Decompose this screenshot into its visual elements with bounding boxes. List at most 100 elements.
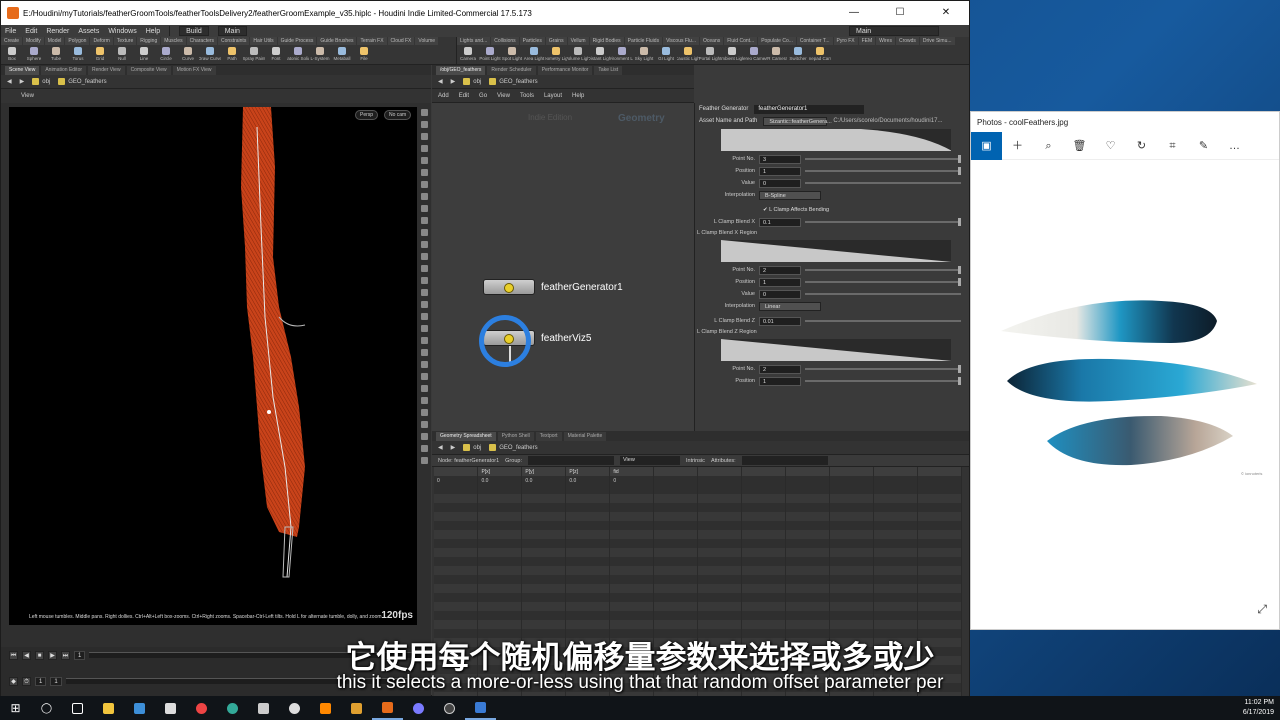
obs-icon[interactable] (434, 696, 465, 720)
menu-render[interactable]: Render (46, 28, 69, 35)
column-header[interactable]: P[x] (477, 467, 523, 476)
network-editor[interactable]: Indie Edition Geometry featherGenerator1… (432, 103, 694, 431)
view-dropdown[interactable]: View (619, 456, 680, 465)
display-option-icon[interactable] (420, 169, 428, 176)
shelf-tab[interactable]: Vellum (567, 37, 589, 45)
position-slider[interactable] (805, 377, 961, 385)
shelf-tool[interactable]: Null (111, 45, 133, 65)
tab-geometry-spreadsheet[interactable]: Geometry Spreadsheet (436, 431, 496, 441)
photos-taskbar-icon[interactable] (465, 696, 496, 720)
clamp-bending-checkbox[interactable]: ✔ L Clamp Affects Bending (695, 205, 969, 216)
shelf-tool[interactable]: Grid (89, 45, 111, 65)
tab-take-list[interactable]: Take List (594, 65, 623, 75)
houdini-taskbar-icon[interactable] (372, 696, 403, 720)
viewport[interactable]: Persp No cam Left mouse tumbles. Middle … (9, 107, 417, 625)
shelf-tool[interactable]: Path (221, 45, 243, 65)
menu-windows[interactable]: Windows (108, 28, 136, 35)
display-option-icon[interactable] (420, 337, 428, 344)
path-geo-feathers[interactable]: GEO_feathers (489, 444, 538, 451)
display-option-icon[interactable] (420, 157, 428, 164)
point-no-slider[interactable] (805, 365, 961, 373)
menu-edit[interactable]: Edit (25, 28, 37, 35)
path-geo-feathers[interactable]: GEO_feathers (58, 78, 107, 85)
menu-help[interactable]: Help (146, 28, 160, 35)
shelf-tab[interactable]: Model (44, 37, 65, 45)
tab-render-scheduler[interactable]: Render Scheduler (487, 65, 536, 75)
display-option-icon[interactable] (420, 409, 428, 416)
shelf-tab[interactable]: Lights and... (457, 37, 491, 45)
shelf-tool[interactable]: Switcher (787, 45, 809, 65)
shelf-tool[interactable]: Ambient Light (721, 45, 743, 65)
shelf-tab[interactable]: Constraints (218, 37, 250, 45)
zoom-icon[interactable]: ⌕ (1033, 132, 1064, 160)
explorer-icon[interactable] (93, 696, 124, 720)
menu-go[interactable]: Go (479, 93, 487, 99)
shelf-tab[interactable]: Volume (415, 37, 439, 45)
crop-icon[interactable]: ⌗ (1157, 132, 1188, 160)
display-option-icon[interactable] (420, 109, 428, 116)
ramp-editor-2[interactable] (721, 240, 951, 262)
app-icon-2[interactable] (248, 696, 279, 720)
point-no-slider[interactable] (805, 266, 961, 274)
tab-animation-editor[interactable]: Animation Editor (41, 65, 87, 75)
edit-icon[interactable]: ✎ (1188, 132, 1219, 160)
node-body[interactable] (483, 279, 535, 295)
display-option-icon[interactable] (420, 133, 428, 140)
menu-assets[interactable]: Assets (78, 28, 99, 35)
point-no-slider[interactable] (805, 155, 961, 163)
forward-icon[interactable]: ▶ (451, 444, 456, 451)
shelf-tab[interactable]: Particles (519, 37, 545, 45)
task-view-icon[interactable] (62, 696, 93, 720)
shelf-tool[interactable]: Area Light (523, 45, 545, 65)
tab-network[interactable]: /obj/GEO_feathers (436, 65, 486, 75)
display-option-icon[interactable] (420, 181, 428, 188)
shelf-tab[interactable]: Populate Co... (758, 37, 796, 45)
shelf-tool[interactable]: GI Light (655, 45, 677, 65)
position-field[interactable]: 1 (759, 376, 801, 386)
back-icon[interactable]: ◀ (438, 78, 443, 85)
display-option-icon[interactable] (420, 385, 428, 392)
position-slider[interactable] (805, 167, 961, 175)
interpolation-dropdown[interactable]: B-Spline (759, 190, 821, 200)
shelf-tab[interactable]: Hair Utils (250, 37, 277, 45)
attributes-field[interactable] (741, 456, 828, 465)
shelf-tool[interactable]: Gamepad Camera (809, 45, 831, 65)
app-icon-3[interactable] (279, 696, 310, 720)
shelf-tab[interactable]: Rigging (137, 37, 161, 45)
shelf-tool[interactable]: Spray Paint (243, 45, 265, 65)
shelf-tool[interactable]: Line (133, 45, 155, 65)
shelf-tool[interactable]: Caustic Light (677, 45, 699, 65)
display-option-icon[interactable] (420, 253, 428, 260)
shelf-tool[interactable]: Stereo Camera (743, 45, 765, 65)
menu-tools[interactable]: Tools (520, 93, 534, 99)
menu-view[interactable]: View (497, 93, 510, 99)
point-no-field[interactable]: 2 (759, 265, 801, 275)
menu-edit[interactable]: Edit (459, 93, 469, 99)
display-option-icon[interactable] (420, 397, 428, 404)
display-option-icon[interactable] (420, 121, 428, 128)
shelf-tab[interactable]: Container T... (796, 37, 833, 45)
position-slider[interactable] (805, 278, 961, 286)
column-header[interactable]: P[y] (521, 467, 567, 476)
shelf-tab[interactable]: Muscles (161, 37, 186, 45)
shelf-tab[interactable]: Drive Simu... (919, 37, 955, 45)
shelf-tab[interactable]: Oceans (700, 37, 724, 45)
shelf-tool[interactable]: Tube (45, 45, 67, 65)
column-header[interactable] (434, 467, 479, 476)
system-clock[interactable]: 11:02 PM 6/17/2019 (1243, 698, 1274, 718)
tab-composite-view[interactable]: Composite View (126, 65, 171, 75)
display-option-icon[interactable] (420, 457, 428, 464)
display-option-icon[interactable] (420, 421, 428, 428)
display-option-icon[interactable] (420, 265, 428, 272)
interpolation-dropdown[interactable]: Linear (759, 301, 821, 311)
shelf-tool[interactable]: File (353, 45, 375, 65)
minimize-icon[interactable]: — (831, 1, 877, 25)
ramp-editor-3[interactable] (721, 339, 951, 361)
blend-z-field[interactable]: 0.01 (759, 316, 801, 326)
menu-layout[interactable]: Layout (544, 93, 562, 99)
shelf-tab[interactable]: Crowds (895, 37, 919, 45)
back-icon[interactable]: ◀ (438, 444, 443, 451)
node-name-field[interactable]: featherGenerator1 (754, 104, 865, 114)
display-option-icon[interactable] (420, 361, 428, 368)
main-dropdown[interactable]: Main (217, 26, 247, 36)
